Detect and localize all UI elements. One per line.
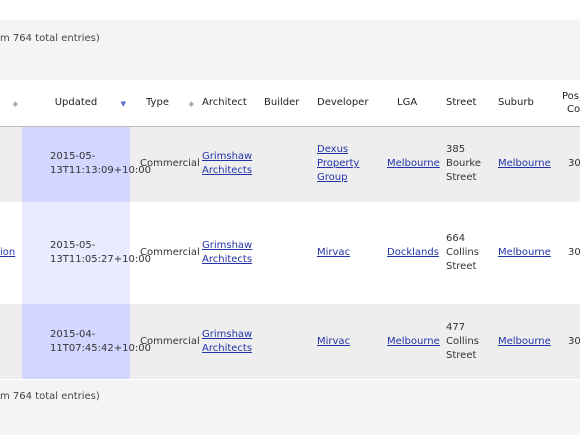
cell-street: 477 Collins Street (442, 304, 494, 379)
developer-link[interactable]: Mirvac (317, 336, 350, 347)
developer-link[interactable]: Dexus Property Group (317, 144, 359, 183)
cell-updated: 2015-05-13T11:13:09+10:00 (22, 126, 151, 202)
cell-type: Commercial (130, 202, 200, 304)
cell-builder (260, 126, 313, 202)
lga-link[interactable]: Docklands (387, 247, 439, 258)
table-row: 2015-04-11T07:45:42+10:00 Commercial Gri… (0, 304, 580, 379)
data-table-container: ◆ Updated ▼ Type ◆ Architect Builder Dev (0, 80, 580, 380)
column-header-developer[interactable]: Developer (313, 80, 383, 127)
cell-suburb: Melbourne (494, 202, 554, 304)
column-header-architect[interactable]: Architect (198, 80, 260, 127)
column-header-label: Developer (317, 97, 369, 109)
column-header-label: Builder (264, 97, 300, 109)
cell-postcode: 300 (554, 304, 580, 379)
column-header-label: Pos (562, 90, 580, 102)
column-header-label: Street (446, 97, 477, 109)
sort-both-icon: ◆ (12, 100, 18, 108)
column-header-type[interactable]: Type ◆ (130, 80, 198, 127)
cell-lga: Melbourne (383, 126, 442, 202)
cell-lga: Docklands (383, 202, 442, 304)
cell-street: 385 Bourke Street (442, 126, 494, 202)
cell-suburb: Melbourne (494, 304, 554, 379)
column-header-label: Updated (54, 97, 98, 109)
column-header-builder[interactable]: Builder (260, 80, 313, 127)
cell-updated: 2015-04-11T07:45:42+10:00 (22, 304, 151, 379)
top-bar (0, 0, 580, 20)
cell-first[interactable] (0, 304, 22, 379)
cell-first[interactable]: ion (0, 202, 22, 304)
column-header-lga[interactable]: LGA (383, 80, 442, 127)
cell-builder (260, 304, 313, 379)
cell-suburb: Melbourne (494, 126, 554, 202)
cell-architect: Grimshaw Architects (198, 126, 260, 202)
row-link[interactable]: ion (0, 247, 15, 258)
suburb-link[interactable]: Melbourne (498, 336, 551, 347)
column-header-updated[interactable]: Updated ▼ (22, 80, 130, 127)
column-header-label: Suburb (498, 97, 534, 109)
table-header-row: ◆ Updated ▼ Type ◆ Architect Builder Dev (0, 80, 580, 127)
table-row: ion 2015-05-13T11:05:27+10:00 Commercial… (0, 202, 580, 304)
cell-builder (260, 202, 313, 304)
architect-link[interactable]: Grimshaw Architects (202, 329, 252, 354)
architect-link[interactable]: Grimshaw Architects (202, 240, 252, 265)
cell-architect: Grimshaw Architects (198, 304, 260, 379)
table-info-top: m 764 total entries) (0, 33, 100, 44)
column-header-label: Co (567, 103, 580, 115)
cell-type: Commercial (130, 126, 200, 202)
column-header-label: Type (146, 97, 169, 109)
table-info-bottom: m 764 total entries) (0, 391, 100, 402)
column-header-first[interactable]: ◆ (0, 80, 22, 127)
cell-lga: Melbourne (383, 304, 442, 379)
suburb-link[interactable]: Melbourne (498, 247, 551, 258)
cell-developer: Mirvac (313, 202, 383, 304)
sort-both-icon: ◆ (188, 100, 194, 108)
cell-postcode: 300 (554, 126, 580, 202)
cell-updated: 2015-05-13T11:05:27+10:00 (22, 202, 151, 304)
developer-link[interactable]: Mirvac (317, 247, 350, 258)
cell-first[interactable] (0, 126, 22, 202)
suburb-link[interactable]: Melbourne (498, 158, 551, 169)
column-header-street[interactable]: Street (442, 80, 494, 127)
cell-architect: Grimshaw Architects (198, 202, 260, 304)
table-row: 2015-05-13T11:13:09+10:00 Commercial Gri… (0, 126, 580, 202)
cell-developer: Dexus Property Group (313, 126, 383, 202)
column-header-label: LGA (397, 97, 418, 109)
lga-link[interactable]: Melbourne (387, 158, 440, 169)
cell-street: 664 Collins Street (442, 202, 494, 304)
data-table: ◆ Updated ▼ Type ◆ Architect Builder Dev (0, 80, 580, 379)
lga-link[interactable]: Melbourne (387, 336, 440, 347)
column-header-suburb[interactable]: Suburb (494, 80, 554, 127)
cell-postcode: 300 (554, 202, 580, 304)
cell-developer: Mirvac (313, 304, 383, 379)
column-header-label: Architect (202, 97, 247, 109)
column-header-postcode[interactable]: Pos Co (554, 80, 580, 127)
architect-link[interactable]: Grimshaw Architects (202, 151, 252, 176)
sort-descending-icon: ▼ (120, 100, 126, 108)
cell-type: Commercial (130, 304, 200, 379)
